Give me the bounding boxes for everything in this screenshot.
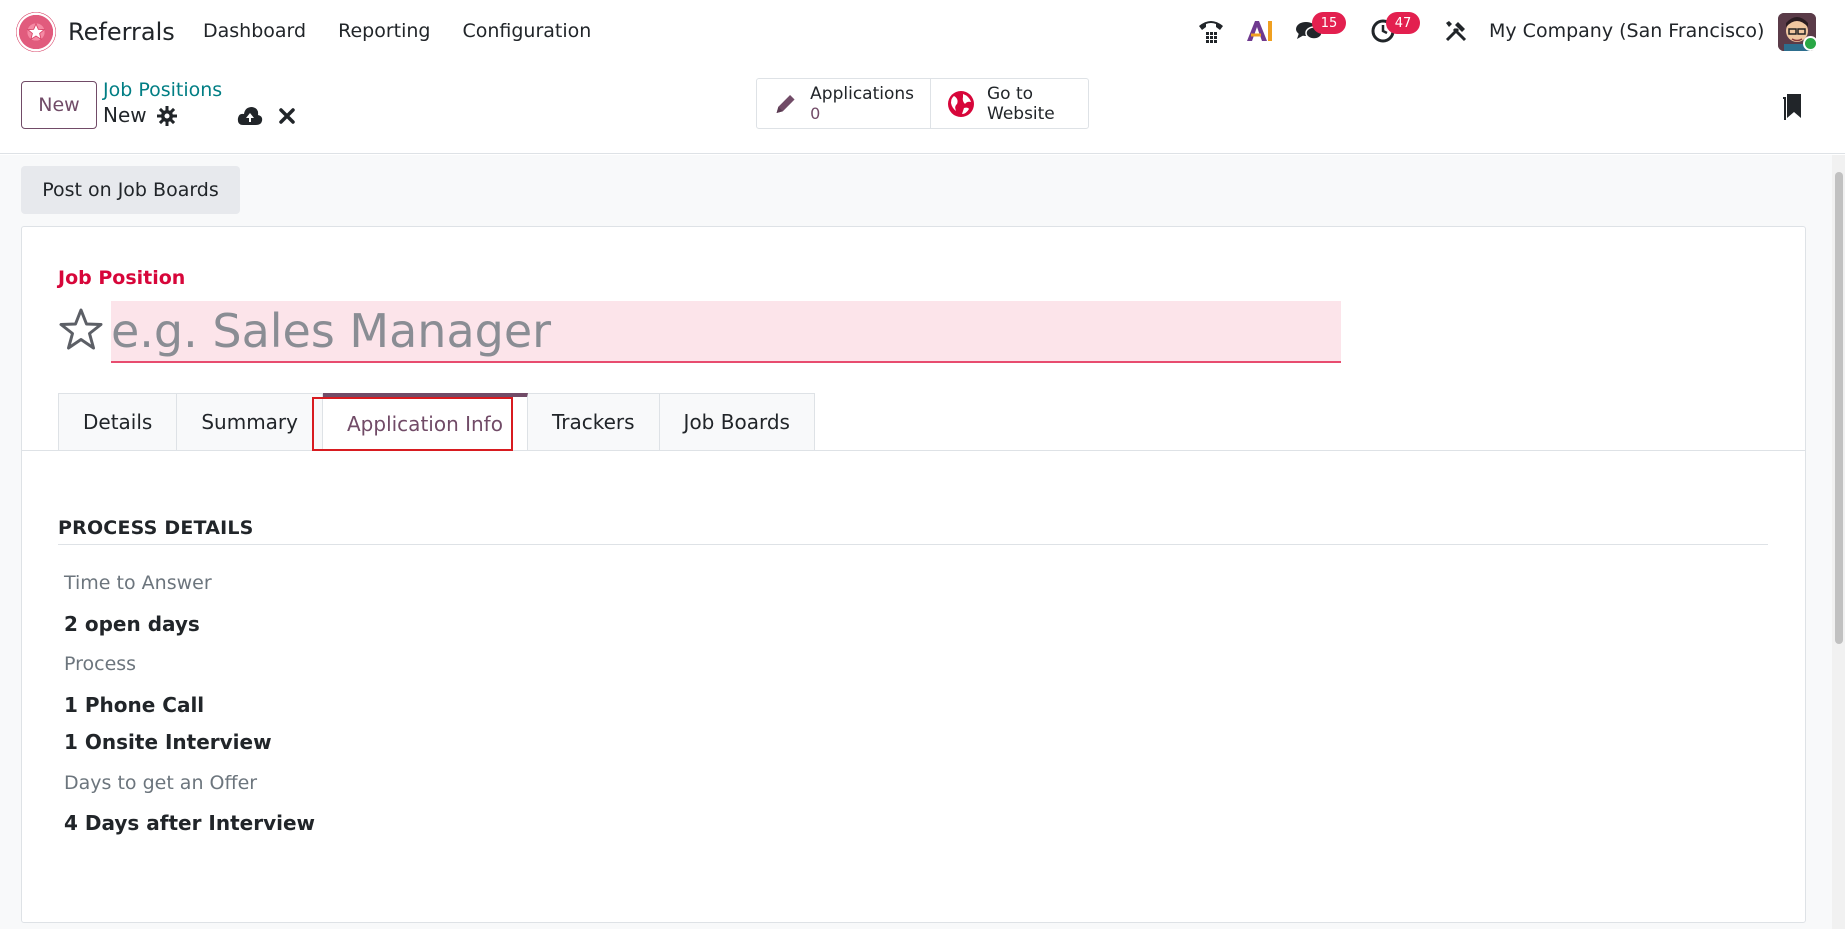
new-button[interactable]: New — [21, 81, 97, 129]
menu-reporting[interactable]: Reporting — [338, 20, 430, 42]
menu-dashboard[interactable]: Dashboard — [203, 20, 306, 42]
days-to-offer-value: 4 Days after Interview — [64, 811, 316, 835]
go-to-website-label: Go to Website — [987, 83, 1055, 124]
referrals-app-icon[interactable] — [16, 12, 56, 52]
job-position-label: Job Position — [58, 267, 186, 289]
process-details-heading: PROCESS DETAILS — [58, 517, 254, 539]
process-label: Process — [64, 653, 137, 675]
process-step-onsite-interview: 1 Onsite Interview — [64, 730, 272, 754]
pencil-icon — [776, 94, 795, 113]
app-name[interactable]: Referrals — [68, 18, 175, 46]
bookmark-icon[interactable] — [1781, 90, 1803, 122]
tab-application-info[interactable]: Application Info — [323, 393, 528, 451]
favorite-star-icon[interactable] — [58, 307, 104, 353]
scrollbar-thumb[interactable] — [1835, 172, 1843, 644]
save-cloud-icon[interactable] — [237, 105, 263, 127]
applications-label: Applications — [810, 83, 914, 104]
section-divider — [58, 544, 1768, 545]
top-navbar: Referrals Dashboard Reporting Configurat… — [0, 0, 1845, 63]
breadcrumb-current-record: New — [103, 103, 147, 127]
breadcrumb-job-positions[interactable]: Job Positions — [103, 79, 222, 101]
phone-icon[interactable] — [1196, 16, 1226, 46]
ai-icon[interactable] — [1245, 16, 1275, 46]
applications-smart-button[interactable]: Applications 0 — [757, 79, 930, 128]
tab-trackers[interactable]: Trackers — [527, 393, 660, 451]
tab-summary[interactable]: Summary — [177, 393, 323, 451]
online-status-dot — [1803, 36, 1818, 51]
discard-close-icon[interactable] — [278, 107, 298, 127]
main-menu: Dashboard Reporting Configuration — [203, 20, 591, 42]
tabs-divider — [22, 450, 1805, 451]
tab-job-boards[interactable]: Job Boards — [659, 393, 815, 451]
tools-icon[interactable] — [1441, 16, 1471, 46]
process-step-phone-call: 1 Phone Call — [64, 693, 205, 717]
messages-icon[interactable]: 15 — [1294, 12, 1346, 46]
go-to-website-smart-button[interactable]: Go to Website — [930, 79, 1088, 128]
post-on-job-boards-button[interactable]: Post on Job Boards — [21, 166, 240, 214]
star-logo-icon — [27, 23, 45, 41]
smart-buttons: Applications 0 Go to Website — [756, 78, 1089, 129]
notebook-tabs: Details Summary Application Info Tracker… — [58, 393, 815, 451]
days-to-offer-label: Days to get an Offer — [64, 772, 258, 794]
messages-count-badge: 15 — [1312, 12, 1346, 34]
activities-count-badge: 47 — [1386, 12, 1420, 34]
applications-count: 0 — [810, 103, 821, 123]
company-switcher[interactable]: My Company (San Francisco) — [1489, 20, 1764, 42]
time-to-answer-value: 2 open days — [64, 612, 200, 636]
control-panel: New Job Positions New Applications 0 Go … — [0, 63, 1845, 154]
tab-details[interactable]: Details — [58, 393, 178, 451]
gear-icon[interactable] — [156, 105, 178, 127]
form-view: Post on Job Boards Job Position Details … — [0, 155, 1845, 929]
globe-icon — [948, 90, 974, 117]
job-position-input[interactable] — [111, 301, 1341, 363]
activities-icon[interactable]: 47 — [1368, 12, 1420, 46]
menu-configuration[interactable]: Configuration — [462, 20, 591, 42]
time-to-answer-label: Time to Answer — [64, 572, 212, 594]
form-sheet: Job Position Details Summary Application… — [21, 226, 1806, 923]
